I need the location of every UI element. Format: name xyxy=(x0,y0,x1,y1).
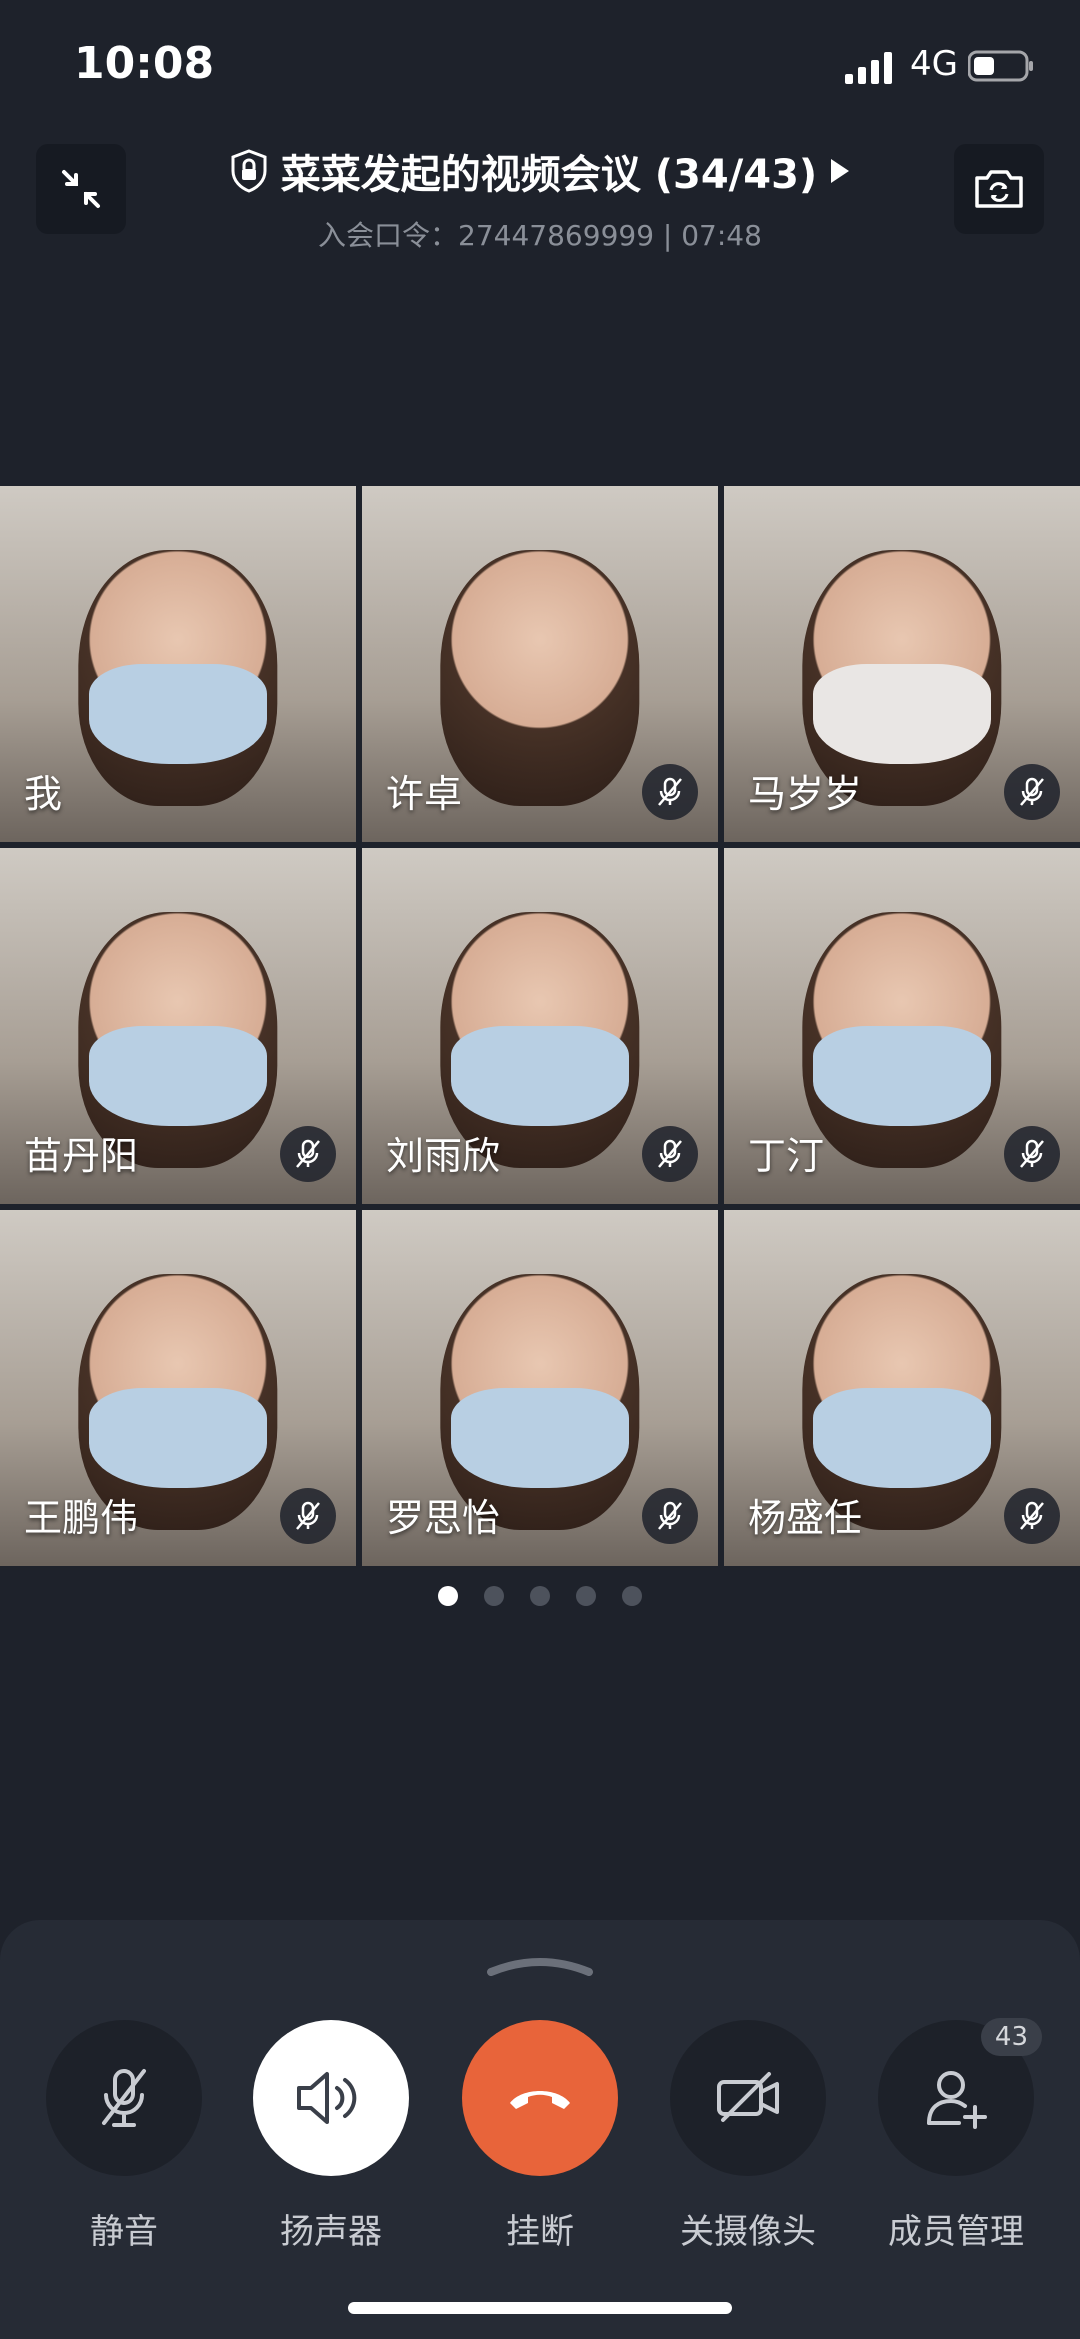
page-dot[interactable] xyxy=(484,1586,504,1606)
speaker-icon xyxy=(297,2072,357,2124)
participant-name: 马岁岁 xyxy=(748,772,863,816)
participant-name: 苗丹阳 xyxy=(24,1134,139,1178)
camera-off-icon xyxy=(717,2072,779,2122)
participant-name: 杨盛任 xyxy=(748,1496,863,1540)
participant-name: 刘雨欣 xyxy=(386,1134,501,1178)
face-mask-graphic xyxy=(89,664,267,764)
page-indicator[interactable] xyxy=(0,1586,1080,1606)
meeting-code-duration: 入会口令：27447869999 | 07:48 xyxy=(318,219,762,252)
mute-label: 静音 xyxy=(90,2212,158,2252)
face-mask-graphic xyxy=(89,1388,267,1488)
face-mask-graphic xyxy=(813,1388,991,1488)
video-tile[interactable]: 罗思怡 xyxy=(362,1210,718,1566)
video-tile[interactable]: 王鹏伟 xyxy=(0,1210,356,1566)
participant-name: 丁汀 xyxy=(748,1134,825,1178)
add-member-icon xyxy=(927,2071,987,2129)
page-dot[interactable] xyxy=(622,1586,642,1606)
muted-indicator xyxy=(280,1126,336,1182)
mic-muted-icon xyxy=(658,1139,682,1168)
muted-indicator xyxy=(642,764,698,820)
face-mask-graphic xyxy=(451,1388,629,1488)
status-time: 10:08 xyxy=(74,38,215,89)
lock-shield-icon xyxy=(231,149,267,193)
speaker-control[interactable]: 扬声器 xyxy=(251,2020,411,2253)
mic-muted-icon xyxy=(1020,1139,1044,1168)
muted-indicator xyxy=(1004,1126,1060,1182)
participant-name: 王鹏伟 xyxy=(24,1496,139,1540)
video-tile[interactable]: 苗丹阳 xyxy=(0,848,356,1204)
members-control[interactable]: 43 成员管理 xyxy=(876,2018,1042,2253)
face-mask-graphic xyxy=(451,1026,629,1126)
video-tile[interactable]: 丁汀 xyxy=(724,848,1080,1204)
participant-name: 我 xyxy=(24,772,63,816)
battery-icon xyxy=(968,50,1033,82)
muted-indicator xyxy=(642,1126,698,1182)
page-dot[interactable] xyxy=(576,1586,596,1606)
muted-indicator xyxy=(1004,1488,1060,1544)
hangup-control[interactable]: 挂断 xyxy=(460,2020,620,2253)
participant-name: 罗思怡 xyxy=(386,1496,501,1540)
face-mask-graphic xyxy=(813,1026,991,1126)
hangup-label: 挂断 xyxy=(506,2212,574,2252)
signal-icon xyxy=(845,52,892,84)
hangup-button[interactable] xyxy=(462,2020,618,2176)
participant-video xyxy=(440,550,640,807)
page-dot[interactable] xyxy=(530,1586,550,1606)
mute-control[interactable]: 静音 xyxy=(44,2020,204,2253)
video-tile[interactable]: 刘雨欣 xyxy=(362,848,718,1204)
camera-off-label: 关摄像头 xyxy=(680,2212,816,2252)
face-mask-graphic xyxy=(813,664,991,764)
mute-button[interactable] xyxy=(46,2020,202,2176)
switch-camera-icon xyxy=(975,170,1023,208)
video-tile[interactable]: 马岁岁 xyxy=(724,486,1080,842)
members-label: 成员管理 xyxy=(888,2212,1024,2252)
muted-indicator xyxy=(280,1488,336,1544)
muted-indicator xyxy=(1004,764,1060,820)
members-count-badge: 43 xyxy=(980,2018,1042,2056)
status-bar: 10:08 4G xyxy=(0,0,1080,130)
play-arrow-icon[interactable] xyxy=(829,157,851,185)
video-grid: 我 许卓 马岁岁 苗丹阳 刘雨欣 丁汀 王鹏伟 罗思怡 杨盛任 xyxy=(0,486,1080,1566)
mic-muted-icon xyxy=(658,1501,682,1530)
mic-muted-icon xyxy=(102,2069,146,2127)
expand-handle-icon[interactable] xyxy=(483,1950,597,1980)
video-tile[interactable]: 杨盛任 xyxy=(724,1210,1080,1566)
mic-muted-icon xyxy=(658,777,682,806)
mic-muted-icon xyxy=(1020,1501,1044,1530)
participant-name: 许卓 xyxy=(386,772,463,816)
network-type: 4G xyxy=(910,44,958,84)
mic-muted-icon xyxy=(296,1501,320,1530)
page-dot[interactable] xyxy=(438,1586,458,1606)
mic-muted-icon xyxy=(296,1139,320,1168)
video-tile[interactable]: 许卓 xyxy=(362,486,718,842)
camera-off-button[interactable] xyxy=(670,2020,826,2176)
muted-indicator xyxy=(642,1488,698,1544)
home-indicator[interactable] xyxy=(348,2302,732,2314)
meeting-header: 菜菜发起的视频会议 (34/43) 入会口令：27447869999 | 07:… xyxy=(0,142,1080,254)
camera-control[interactable]: 关摄像头 xyxy=(668,2020,828,2253)
phone-hangup-icon xyxy=(510,2091,570,2109)
meeting-title[interactable]: 菜菜发起的视频会议 (34/43) xyxy=(281,142,817,200)
speaker-label: 扬声器 xyxy=(280,2212,382,2252)
mic-muted-icon xyxy=(1020,777,1044,806)
switch-camera-button[interactable] xyxy=(954,144,1044,234)
face-mask-graphic xyxy=(89,1026,267,1126)
speaker-button[interactable] xyxy=(253,2020,409,2176)
video-tile[interactable]: 我 xyxy=(0,486,356,842)
